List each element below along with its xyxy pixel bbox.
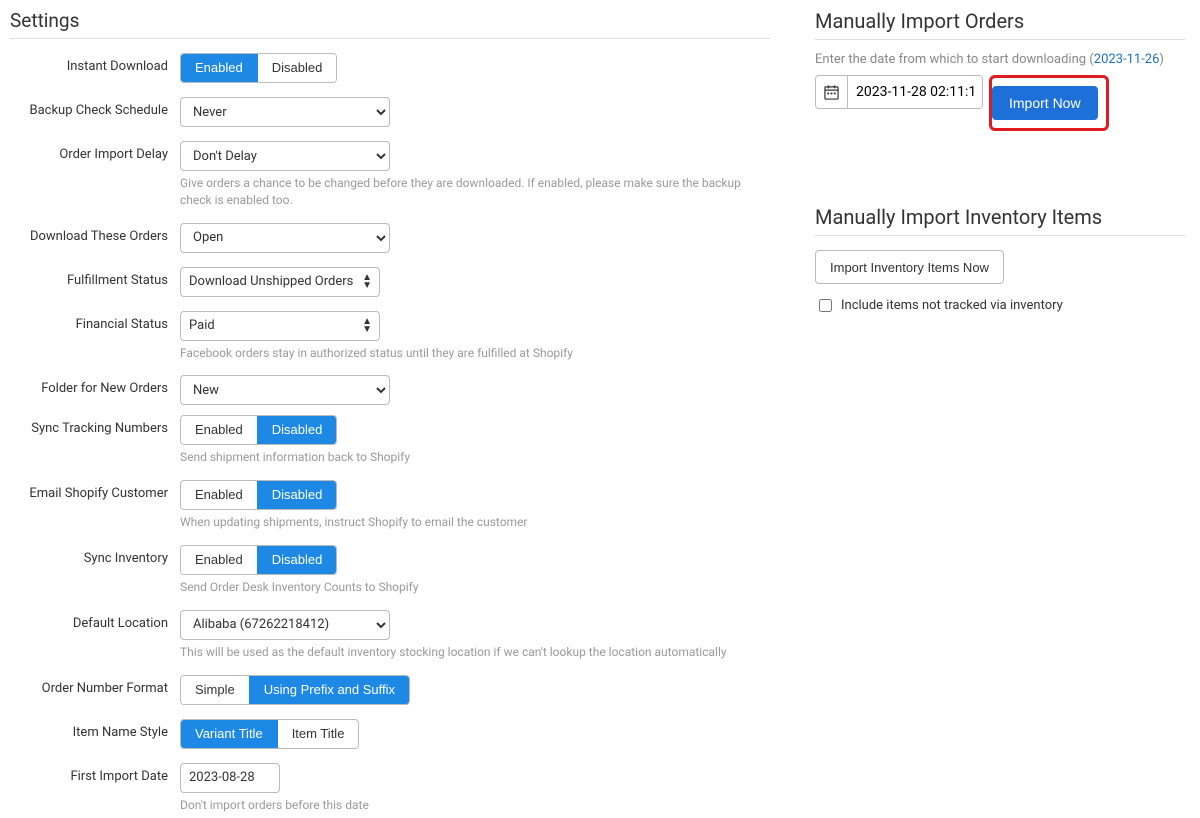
fulfillment-status-value: Download Unshipped Orders [189,274,353,289]
import-now-button[interactable]: Import Now [992,86,1098,120]
folder-new-orders-label: Folder for New Orders [10,375,180,396]
include-untracked-row[interactable]: Include items not tracked via inventory [815,296,1185,315]
first-import-date-input[interactable] [180,763,280,793]
sync-tracking-toggle[interactable]: Enabled Disabled [180,415,337,445]
email-customer-label: Email Shopify Customer [10,480,180,501]
include-untracked-checkbox[interactable] [819,299,832,312]
sync-inventory-help: Send Order Desk Inventory Counts to Shop… [180,579,770,596]
email-customer-enabled[interactable]: Enabled [181,481,257,509]
order-import-delay-help: Give orders a chance to be changed befor… [180,175,770,209]
order-import-delay-select[interactable]: Don't Delay [180,141,390,171]
import-date-input[interactable] [848,76,982,108]
import-date-field[interactable] [815,75,983,109]
backup-check-select[interactable]: Never [180,97,390,127]
first-import-date-help: Don't import orders before this date [180,797,770,814]
download-orders-label: Download These Orders [10,223,180,244]
import-inventory-title: Manually Import Inventory Items [815,205,1185,236]
import-now-highlight: Import Now [989,75,1109,131]
order-number-format-label: Order Number Format [10,675,180,696]
instant-download-enabled[interactable]: Enabled [181,54,257,82]
email-customer-disabled[interactable]: Disabled [257,481,337,509]
order-import-delay-label: Order Import Delay [10,141,180,162]
order-number-simple[interactable]: Simple [181,676,249,704]
financial-status-help: Facebook orders stay in authorized statu… [180,345,770,362]
instant-download-toggle[interactable]: Enabled Disabled [180,53,337,83]
sync-tracking-disabled[interactable]: Disabled [257,416,337,444]
chevron-updown-icon: ▲▼ [362,274,371,290]
settings-title: Settings [10,9,770,39]
default-location-help: This will be used as the default invento… [180,644,770,661]
financial-status-label: Financial Status [10,311,180,332]
include-untracked-label: Include items not tracked via inventory [841,298,1063,313]
import-inventory-button[interactable]: Import Inventory Items Now [815,250,1004,284]
financial-status-select[interactable]: Paid ▲▼ [180,311,380,341]
sync-tracking-label: Sync Tracking Numbers [10,415,180,436]
calendar-icon [816,76,848,108]
fulfillment-status-select[interactable]: Download Unshipped Orders ▲▼ [180,267,380,297]
folder-new-orders-select[interactable]: New [180,375,390,405]
import-orders-instruction: Enter the date from which to start downl… [815,52,1185,67]
chevron-updown-icon: ▲▼ [362,318,371,334]
item-name-variant[interactable]: Variant Title [181,720,277,748]
email-customer-toggle[interactable]: Enabled Disabled [180,480,337,510]
sync-tracking-enabled[interactable]: Enabled [181,416,257,444]
item-name-item[interactable]: Item Title [277,720,359,748]
download-orders-select[interactable]: Open [180,223,390,253]
default-location-label: Default Location [10,610,180,631]
first-import-date-label: First Import Date [10,763,180,784]
import-orders-title: Manually Import Orders [815,9,1185,40]
import-orders-date-link[interactable]: 2023-11-26 [1094,52,1160,67]
item-name-style-toggle[interactable]: Variant Title Item Title [180,719,359,749]
default-location-select[interactable]: Alibaba (67262218412) [180,610,390,640]
email-customer-help: When updating shipments, instruct Shopif… [180,514,770,531]
instant-download-label: Instant Download [10,53,180,74]
sync-inventory-enabled[interactable]: Enabled [181,546,257,574]
sync-inventory-toggle[interactable]: Enabled Disabled [180,545,337,575]
backup-check-label: Backup Check Schedule [10,97,180,118]
right-panel: Manually Import Orders Enter the date fr… [815,5,1185,813]
settings-panel: Settings Instant Download Enabled Disabl… [10,5,770,813]
sync-inventory-label: Sync Inventory [10,545,180,566]
item-name-style-label: Item Name Style [10,719,180,740]
order-number-prefix[interactable]: Using Prefix and Suffix [249,676,409,704]
financial-status-value: Paid [189,318,215,333]
order-number-format-toggle[interactable]: Simple Using Prefix and Suffix [180,675,410,705]
sync-tracking-help: Send shipment information back to Shopif… [180,449,770,466]
fulfillment-status-label: Fulfillment Status [10,267,180,288]
sync-inventory-disabled[interactable]: Disabled [257,546,337,574]
instant-download-disabled[interactable]: Disabled [257,54,337,82]
